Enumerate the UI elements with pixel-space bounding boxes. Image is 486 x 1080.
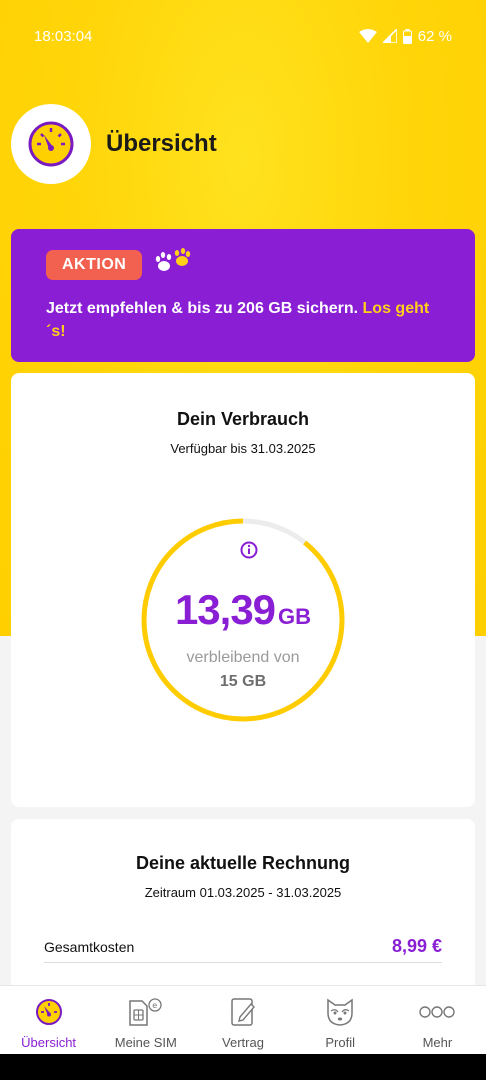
signal-icon: [382, 29, 397, 43]
usage-title: Dein Verbrauch: [176, 409, 310, 429]
nav-item-contract[interactable]: Vertrag: [194, 986, 291, 1054]
total-data: 15 GB: [219, 673, 267, 690]
nav-label-overview: Übersicht: [21, 1035, 77, 1050]
bill-period: Zeitraum 01.03.2025 - 31.03.2025: [144, 885, 342, 900]
status-time: 18:03:04: [34, 27, 93, 45]
usage-available-until: Verfügbar bis 31.03.2025: [170, 441, 316, 456]
nav-label-my-sim: Meine SIM: [114, 1035, 177, 1050]
remaining-data: 13,39 GB: [11, 586, 475, 634]
svg-text:e: e: [152, 1001, 157, 1010]
usage-card: Dein Verbrauch Verfügbar bis 31.03.2025 …: [11, 373, 475, 807]
bill-total-label: Gesamtkosten: [44, 938, 135, 955]
contract-icon: [229, 996, 257, 1028]
remaining-unit: GB: [278, 604, 312, 629]
bill-total-row[interactable]: Gesamtkosten 8,99 €: [44, 931, 442, 963]
page-header: Übersicht: [11, 104, 217, 184]
nav-item-more[interactable]: Mehr: [389, 986, 486, 1054]
nav-item-overview[interactable]: Übersicht: [0, 986, 97, 1054]
wifi-icon: [358, 29, 377, 43]
nav-label-profile: Profil: [325, 1035, 356, 1050]
nav-label-contract: Vertrag: [222, 1035, 264, 1050]
promo-banner[interactable]: AKTION Jetzt empfehlen & bis zu 206 GB s…: [11, 229, 475, 362]
profile-icon: [324, 996, 356, 1028]
nav-label-more: Mehr: [422, 1035, 453, 1050]
status-bar: 18:03:04 62 %: [0, 0, 486, 72]
remaining-label: verbleibend von: [186, 649, 300, 666]
bottom-nav: Übersicht e Meine SIM Vertrag Profil Meh…: [0, 985, 486, 1054]
battery-percent: 62 %: [417, 27, 452, 45]
bill-total-amount: 8,99 €: [391, 936, 442, 956]
promo-text: Jetzt empfehlen & bis zu 206 GB sichern.: [46, 300, 363, 317]
nav-item-profile[interactable]: Profil: [292, 986, 389, 1054]
paw-prints-icon: [154, 248, 192, 281]
more-icon: [419, 996, 456, 1028]
dashboard-icon: [28, 121, 74, 167]
remaining-value: 13,39: [174, 586, 276, 633]
dashboard-logo: [11, 104, 91, 184]
info-icon[interactable]: [240, 541, 258, 564]
bill-title: Deine aktuelle Rechnung: [135, 853, 351, 873]
battery-icon: [402, 28, 412, 44]
page-title: Übersicht: [106, 130, 217, 157]
bill-card: Deine aktuelle Rechnung Zeitraum 01.03.2…: [11, 819, 475, 999]
nav-item-my-sim[interactable]: e Meine SIM: [97, 986, 194, 1054]
system-navigation-bar: [0, 1054, 486, 1080]
dashboard-icon: [35, 996, 63, 1028]
promo-badge: AKTION: [46, 249, 143, 280]
sim-icon: e: [128, 996, 164, 1028]
